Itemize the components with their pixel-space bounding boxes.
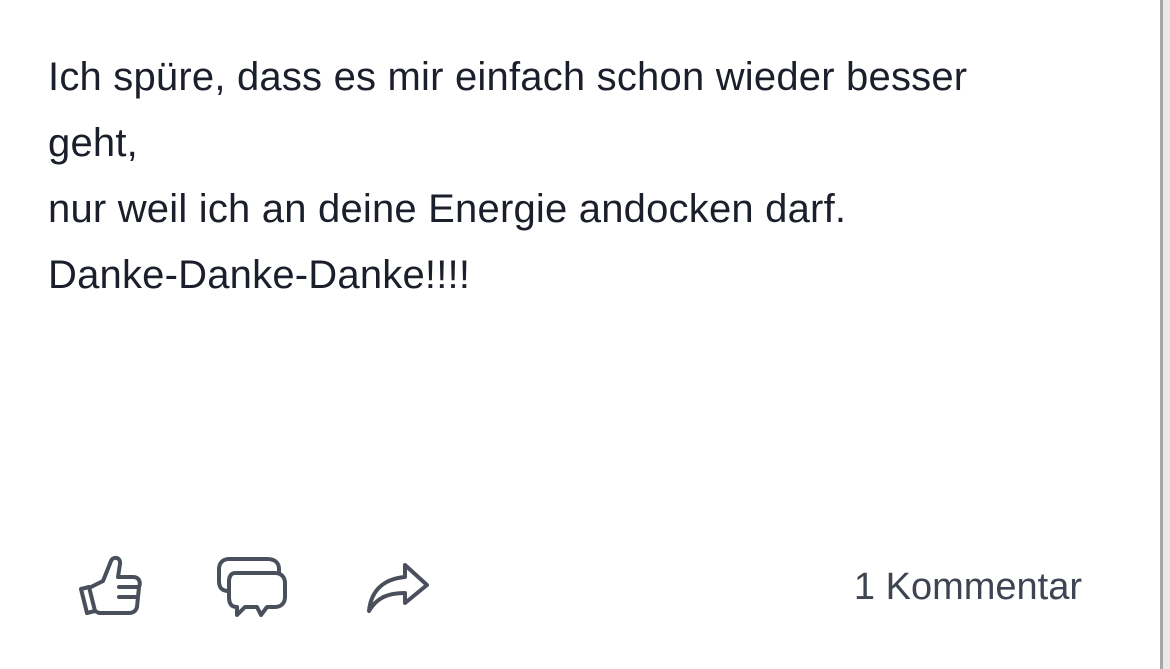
- post-body-line: Ich spüre, dass es mir einfach schon wie…: [48, 55, 968, 99]
- post-body-line: Danke-Danke-Danke!!!!: [48, 253, 471, 297]
- share-button[interactable]: [358, 548, 436, 626]
- post-body-line: geht,: [48, 121, 138, 165]
- post-card: Ich spüre, dass es mir einfach schon wie…: [0, 0, 1160, 669]
- like-button[interactable]: [70, 548, 148, 626]
- scrollbar-edge: [1160, 0, 1170, 669]
- thumbs-up-icon: [79, 555, 142, 615]
- share-arrow-icon: [367, 563, 429, 613]
- comment-button[interactable]: [212, 548, 290, 626]
- post-body-line: nur weil ich an deine Energie andocken d…: [48, 187, 847, 231]
- post-body: Ich spüre, dass es mir einfach schon wie…: [48, 44, 1128, 308]
- post-action-bar: 1 Kommentar: [0, 548, 1160, 628]
- comment-count-link[interactable]: 1 Kommentar: [854, 564, 1082, 610]
- speech-bubbles-icon: [217, 557, 287, 617]
